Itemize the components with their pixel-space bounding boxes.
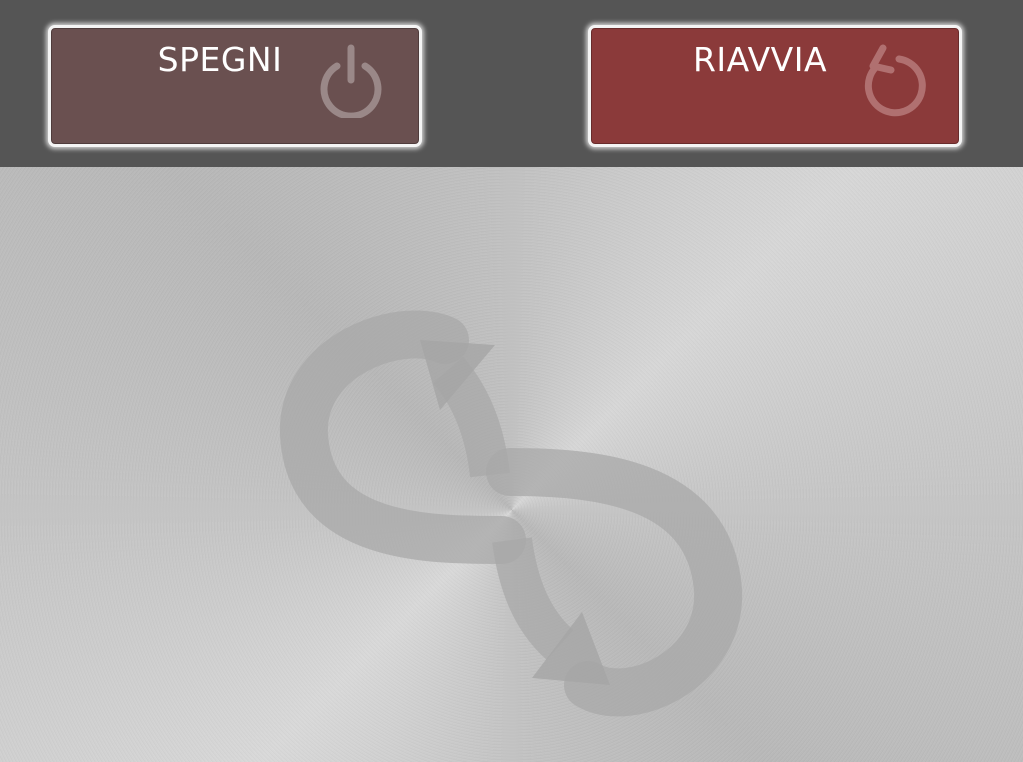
power-icon — [320, 44, 382, 118]
infinity-arrows-icon — [279, 310, 743, 717]
restart-icon — [864, 44, 926, 117]
restart-button[interactable]: RIAVVIA — [588, 25, 962, 147]
top-bar: SPEGNI RIAVVIA — [0, 0, 1023, 167]
screen: SPEGNI RIAVVIA — [0, 0, 1023, 762]
shutdown-button[interactable]: SPEGNI — [48, 25, 422, 147]
